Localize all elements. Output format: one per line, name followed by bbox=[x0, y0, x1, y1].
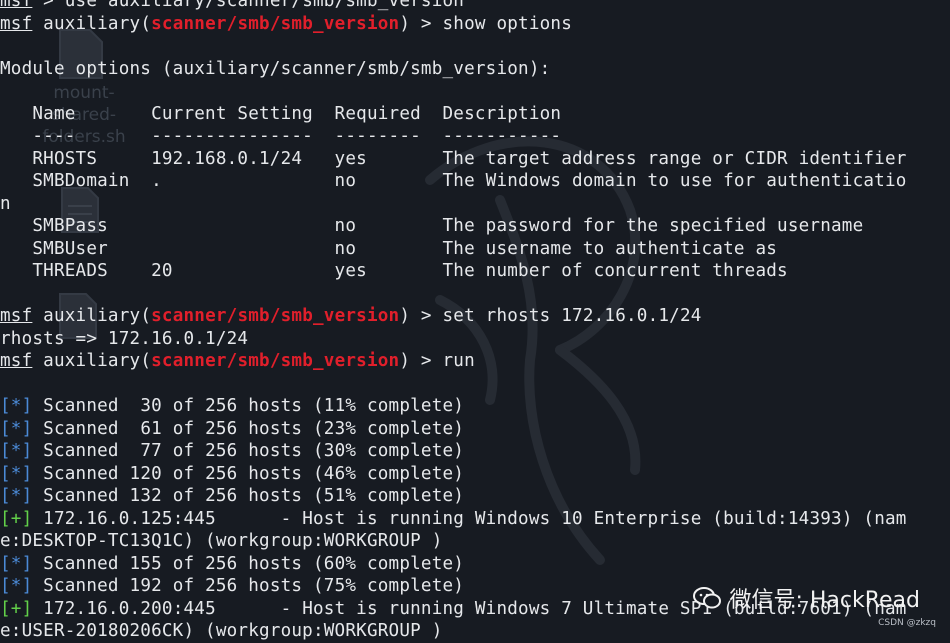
terminal-line: SMBUser no The username to authenticate … bbox=[0, 238, 907, 261]
output-text: RHOSTS 192.168.0.1/24 yes The target add… bbox=[0, 148, 907, 169]
prompt-context: auxiliary( bbox=[32, 13, 152, 34]
info-marker: [*] bbox=[0, 418, 33, 439]
terminal-line: n bbox=[0, 193, 907, 216]
msf-prompt: msf bbox=[0, 13, 33, 34]
status-text: Scanned 192 of 256 hosts (75% complete) bbox=[32, 576, 465, 596]
terminal-line: [*] Scanned 155 of 256 hosts (60% comple… bbox=[0, 553, 907, 576]
msf-prompt: msf bbox=[0, 306, 33, 326]
module-name: scanner/smb/smb_version bbox=[151, 351, 400, 371]
output-text: Module options (auxiliary/scanner/smb/sm… bbox=[0, 58, 551, 79]
terminal-line: msf auxiliary(scanner/smb/smb_version) >… bbox=[0, 13, 907, 36]
info-marker: [*] bbox=[0, 576, 33, 596]
status-text: Scanned 61 of 256 hosts (23% complete) bbox=[32, 418, 465, 439]
wechat-id-text: 微信号: HackRead bbox=[729, 588, 920, 613]
command-text: > use auxiliary/scanner/smb/smb_version bbox=[32, 0, 465, 11]
terminal-line: e:USER-20180206CK) (workgroup:WORKGROUP … bbox=[0, 620, 907, 643]
terminal-line: msf > use auxiliary/scanner/smb/smb_vers… bbox=[0, 0, 907, 13]
info-marker: [*] bbox=[0, 486, 33, 506]
terminal-line: Module options (auxiliary/scanner/smb/sm… bbox=[0, 58, 907, 81]
success-marker: [+] bbox=[0, 598, 33, 619]
result-text: 172.16.0.125:445 - Host is running Windo… bbox=[32, 508, 907, 529]
output-text: SMBPass no The password for the specifie… bbox=[0, 216, 864, 236]
command-text: ) > show options bbox=[399, 13, 573, 34]
status-text: Scanned 155 of 256 hosts (60% complete) bbox=[32, 553, 465, 574]
terminal-line: Name Current Setting Required Descriptio… bbox=[0, 103, 907, 126]
msf-prompt: msf bbox=[0, 0, 33, 11]
wechat-watermark: 微信号: HackRead bbox=[693, 582, 920, 614]
output-text: SMBUser no The username to authenticate … bbox=[0, 238, 778, 259]
terminal-line: [*] Scanned 120 of 256 hosts (46% comple… bbox=[0, 463, 907, 486]
csdn-credit: CSDN @zkzq bbox=[878, 618, 936, 628]
terminal-line: msf auxiliary(scanner/smb/smb_version) >… bbox=[0, 305, 907, 328]
terminal-line: [+] 172.16.0.125:445 - Host is running W… bbox=[0, 508, 907, 531]
terminal-line: [*] Scanned 132 of 256 hosts (51% comple… bbox=[0, 485, 907, 508]
command-text: ) > set rhosts 172.16.0.1/24 bbox=[399, 306, 702, 326]
output-text: Name Current Setting Required Descriptio… bbox=[0, 103, 562, 124]
output-text: THREADS 20 yes The number of concurrent … bbox=[0, 261, 788, 281]
terminal-line: SMBDomain . no The Windows domain to use… bbox=[0, 170, 907, 193]
info-marker: [*] bbox=[0, 463, 33, 484]
prompt-context: auxiliary( bbox=[32, 351, 152, 371]
msf-prompt: msf bbox=[0, 351, 33, 371]
info-marker: [*] bbox=[0, 441, 33, 461]
wechat-logo-icon bbox=[693, 587, 722, 609]
terminal-line: [*] Scanned 77 of 256 hosts (30% complet… bbox=[0, 440, 907, 463]
output-text: n bbox=[0, 193, 11, 214]
output-text: ---- --------------- -------- ----------… bbox=[0, 126, 562, 146]
prompt-context: auxiliary( bbox=[32, 306, 152, 326]
terminal-line: [*] Scanned 61 of 256 hosts (23% complet… bbox=[0, 418, 907, 441]
module-name: scanner/smb/smb_version bbox=[151, 306, 400, 326]
module-name: scanner/smb/smb_version bbox=[151, 13, 400, 34]
terminal-line: [*] Scanned 30 of 256 hosts (11% complet… bbox=[0, 395, 907, 418]
terminal-line: SMBPass no The password for the specifie… bbox=[0, 215, 907, 238]
terminal-line: e:DESKTOP-TC13Q1C) (workgroup:WORKGROUP … bbox=[0, 530, 907, 553]
info-marker: [*] bbox=[0, 553, 33, 574]
output-text: e:USER-20180206CK) (workgroup:WORKGROUP … bbox=[0, 621, 443, 641]
status-text: Scanned 77 of 256 hosts (30% complete) bbox=[32, 441, 465, 461]
output-text: rhosts => 172.16.0.1/24 bbox=[0, 328, 249, 349]
success-marker: [+] bbox=[0, 508, 33, 529]
terminal-line: rhosts => 172.16.0.1/24 bbox=[0, 328, 907, 351]
terminal-line: THREADS 20 yes The number of concurrent … bbox=[0, 260, 907, 283]
terminal-line: msf auxiliary(scanner/smb/smb_version) >… bbox=[0, 350, 907, 373]
terminal-line: RHOSTS 192.168.0.1/24 yes The target add… bbox=[0, 148, 907, 171]
status-text: Scanned 132 of 256 hosts (51% complete) bbox=[32, 486, 465, 506]
output-text: e:DESKTOP-TC13Q1C) (workgroup:WORKGROUP … bbox=[0, 531, 443, 551]
info-marker: [*] bbox=[0, 396, 33, 416]
terminal-output[interactable]: msf > use auxiliary/scanner/smb/smb_vers… bbox=[0, 0, 907, 643]
status-text: Scanned 30 of 256 hosts (11% complete) bbox=[32, 396, 465, 416]
terminal-line: ---- --------------- -------- ----------… bbox=[0, 125, 907, 148]
command-text: ) > run bbox=[399, 351, 475, 371]
status-text: Scanned 120 of 256 hosts (46% complete) bbox=[32, 463, 465, 484]
output-text: SMBDomain . no The Windows domain to use… bbox=[0, 171, 907, 191]
